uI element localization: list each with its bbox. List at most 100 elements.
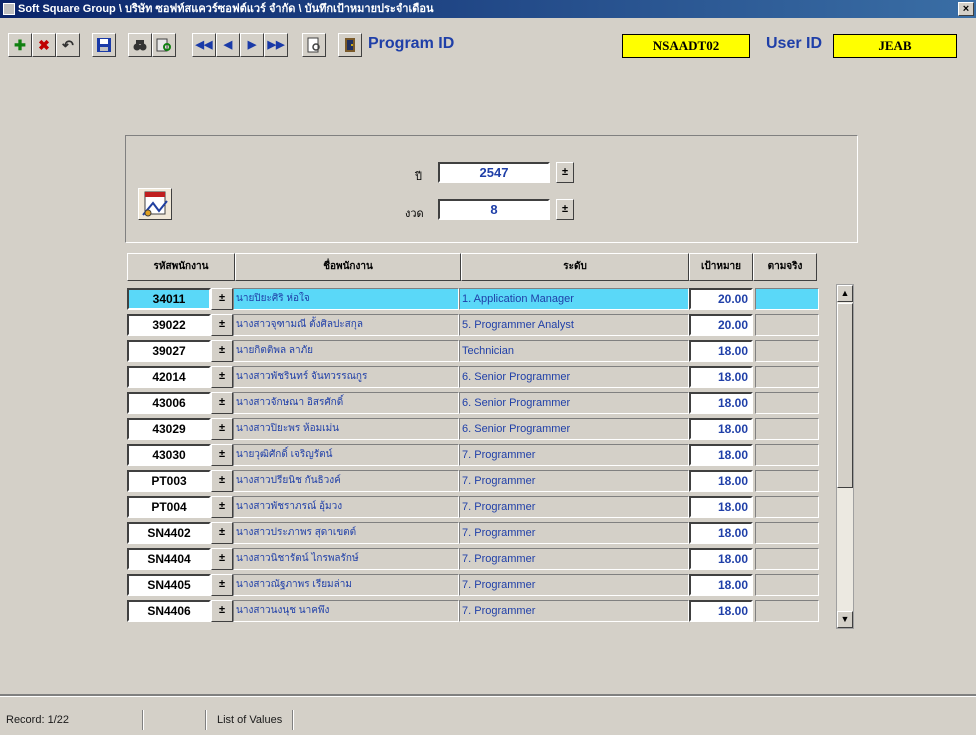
query-icon[interactable] (152, 33, 176, 57)
target-cell[interactable]: 18.00 (689, 366, 753, 388)
target-cell[interactable]: 18.00 (689, 522, 753, 544)
scroll-thumb[interactable] (837, 303, 853, 488)
add-record-icon[interactable]: ✚ (8, 33, 32, 57)
table-row[interactable]: SN4404 ± นางสาวนิชารัตน์ ไกรพลรักษ์ 7. Prog… (127, 548, 820, 570)
table-row[interactable]: SN4402 ± นางสาวประภาพร สุดาเขตต์ 7. Program… (127, 522, 820, 544)
table-row[interactable]: 42014 ± นางสาวพัชรินทร์ จันทวรรณกูร 6. Seni… (127, 366, 820, 388)
target-cell[interactable]: 20.00 (689, 288, 753, 310)
actual-cell (755, 522, 819, 544)
year-lov-button[interactable]: ± (556, 162, 574, 183)
user-id-label: User ID (766, 35, 823, 52)
code-lov-button[interactable]: ± (211, 314, 233, 336)
table-row[interactable]: PT004 ± นางสาวพัชราภรณ์ อุ้มวง 7. Programme… (127, 496, 820, 518)
table-row[interactable]: SN4405 ± นางสาวณัฐภาพร เรียมล่าม 7. Program… (127, 574, 820, 596)
employee-code-cell[interactable]: 34011 (127, 288, 211, 310)
target-cell[interactable]: 18.00 (689, 392, 753, 414)
report-calendar-icon[interactable] (138, 188, 172, 220)
code-lov-button[interactable]: ± (211, 366, 233, 388)
next-record-icon[interactable]: ▶ (240, 33, 264, 57)
table-row[interactable]: 34011 ± นายปิยะศิริ ห่อใจ 1. Application Ma… (127, 288, 820, 310)
undo-icon[interactable]: ↶ (56, 33, 80, 57)
find-icon[interactable] (128, 33, 152, 57)
level-cell: 5. Programmer Analyst (459, 314, 689, 336)
status-divider (205, 710, 207, 730)
period-lov-button[interactable]: ± (556, 199, 574, 220)
target-cell[interactable]: 18.00 (689, 600, 753, 622)
header-employee-name: ชื่อพนักงาน (235, 253, 461, 281)
target-cell[interactable]: 18.00 (689, 340, 753, 362)
year-field[interactable]: 2547 (438, 162, 550, 183)
header-target: เป้าหมาย (689, 253, 753, 281)
vertical-scrollbar[interactable]: ▲ ▼ (836, 284, 854, 629)
employee-code-cell[interactable]: SN4402 (127, 522, 211, 544)
table-row[interactable]: 43006 ± นางสาวจักษณา อิสรศักดิ์ 6. Senior P… (127, 392, 820, 414)
code-lov-button[interactable]: ± (211, 392, 233, 414)
level-cell: Technician (459, 340, 689, 362)
title-bar: Soft Square Group \ บริษัท ซอฟท์สแควร์ซอ… (0, 0, 976, 18)
record-counter: Record: 1/22 (6, 714, 69, 726)
code-lov-button[interactable]: ± (211, 444, 233, 466)
code-lov-button[interactable]: ± (211, 600, 233, 622)
target-cell[interactable]: 18.00 (689, 444, 753, 466)
print-preview-icon[interactable] (302, 33, 326, 57)
employee-code-cell[interactable]: PT004 (127, 496, 211, 518)
previous-record-icon[interactable]: ◀ (216, 33, 240, 57)
target-cell[interactable]: 18.00 (689, 418, 753, 440)
code-lov-button[interactable]: ± (211, 340, 233, 362)
employee-code-cell[interactable]: 39022 (127, 314, 211, 336)
table-row[interactable]: 39022 ± นางสาวจุฑามณี ตั้งศิลปะสกุล 5. Prog… (127, 314, 820, 336)
target-cell[interactable]: 18.00 (689, 470, 753, 492)
employee-code-cell[interactable]: 42014 (127, 366, 211, 388)
table-row[interactable]: 43029 ± นางสาวปิยะพร ห้อมเม่น 6. Senior Pro… (127, 418, 820, 440)
level-cell: 7. Programmer (459, 600, 689, 622)
program-id-label: Program ID (368, 35, 455, 52)
employee-name-cell: นางสาวปรียนิช กันธิวงค์ (233, 470, 459, 492)
code-lov-button[interactable]: ± (211, 574, 233, 596)
employee-name-cell: นางสาวประภาพร สุดาเขตต์ (233, 522, 459, 544)
actual-cell (755, 444, 819, 466)
table-row[interactable]: PT003 ± นางสาวปรียนิช กันธิวงค์ 7. Programm… (127, 470, 820, 492)
employee-code-cell[interactable]: SN4404 (127, 548, 211, 570)
close-button[interactable]: × (958, 2, 974, 16)
level-cell: 6. Senior Programmer (459, 418, 689, 440)
table-row[interactable]: 43030 ± นายวุฒิศักดิ์ เจริญรัตน์ 7. Program… (127, 444, 820, 466)
table-row[interactable]: SN4406 ± นางสาวนงนุช นาคพึง 7. Programmer 18… (127, 600, 820, 622)
scroll-up-icon[interactable]: ▲ (837, 285, 853, 302)
target-cell[interactable]: 20.00 (689, 314, 753, 336)
actual-cell (755, 548, 819, 570)
level-cell: 7. Programmer (459, 548, 689, 570)
employee-code-cell[interactable]: SN4405 (127, 574, 211, 596)
code-lov-button[interactable]: ± (211, 548, 233, 570)
last-record-icon[interactable]: ▶▶ (264, 33, 288, 57)
employee-code-cell[interactable]: 43030 (127, 444, 211, 466)
employee-code-cell[interactable]: 39027 (127, 340, 211, 362)
level-cell: 6. Senior Programmer (459, 366, 689, 388)
status-bar: Record: 1/22 List of Values (0, 706, 976, 735)
status-divider (142, 710, 144, 730)
code-lov-button[interactable]: ± (211, 418, 233, 440)
first-record-icon[interactable]: ◀◀ (192, 33, 216, 57)
program-id-value: NSAADT02 (622, 34, 750, 58)
period-field[interactable]: 8 (438, 199, 550, 220)
delete-record-icon[interactable]: ✖ (32, 33, 56, 57)
employee-code-cell[interactable]: PT003 (127, 470, 211, 492)
window-title: Soft Square Group \ บริษัท ซอฟท์สแควร์ซอ… (18, 3, 434, 15)
employee-code-cell[interactable]: 43006 (127, 392, 211, 414)
code-lov-button[interactable]: ± (211, 288, 233, 310)
target-cell[interactable]: 18.00 (689, 574, 753, 596)
save-icon[interactable] (92, 33, 116, 57)
code-lov-button[interactable]: ± (211, 470, 233, 492)
target-cell[interactable]: 18.00 (689, 496, 753, 518)
criteria-panel (125, 135, 858, 243)
employee-name-cell: นางสาวนงนุช นาคพึง (233, 600, 459, 622)
code-lov-button[interactable]: ± (211, 496, 233, 518)
exit-icon[interactable] (338, 33, 362, 57)
level-cell: 7. Programmer (459, 522, 689, 544)
table-row[interactable]: 39027 ± นายกิตติพล ลาภัย Technician 18.00 (127, 340, 820, 362)
employee-code-cell[interactable]: 43029 (127, 418, 211, 440)
target-cell[interactable]: 18.00 (689, 548, 753, 570)
level-cell: 7. Programmer (459, 470, 689, 492)
code-lov-button[interactable]: ± (211, 522, 233, 544)
scroll-down-icon[interactable]: ▼ (837, 611, 853, 628)
employee-code-cell[interactable]: SN4406 (127, 600, 211, 622)
